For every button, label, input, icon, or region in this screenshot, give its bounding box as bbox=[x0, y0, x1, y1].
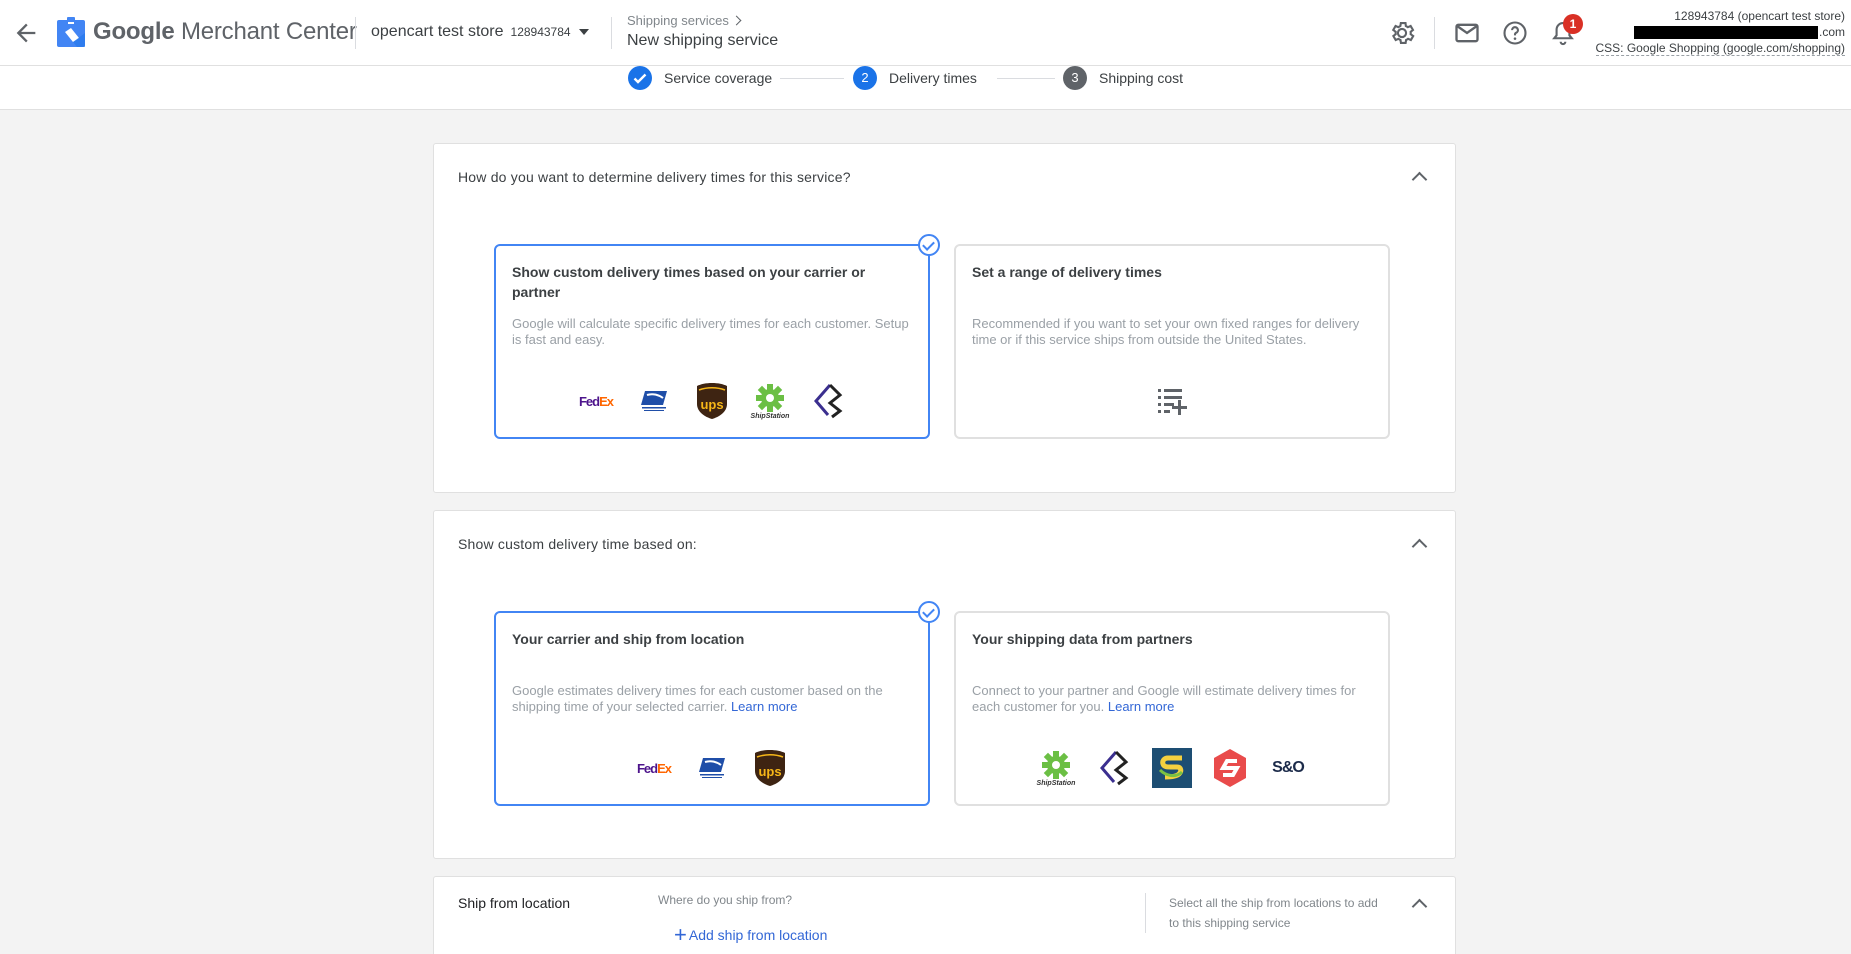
option-title: Set a range of delivery times bbox=[972, 262, 1362, 282]
step-label: Shipping cost bbox=[1099, 70, 1183, 86]
chevron-right-icon bbox=[731, 16, 741, 26]
divider bbox=[1434, 17, 1435, 49]
shipping-s-logo-icon bbox=[1152, 748, 1192, 788]
stepper: Service coverage 2 Delivery times 3 Ship… bbox=[0, 66, 1851, 110]
option-description: Recommended if you want to set your own … bbox=[972, 316, 1372, 348]
option-partner-shipping-data[interactable]: Your shipping data from partners Connect… bbox=[954, 611, 1390, 806]
step-connector bbox=[780, 78, 844, 79]
add-button-label: Add ship from location bbox=[689, 927, 828, 943]
add-ship-from-location-button[interactable]: +Add ship from location bbox=[674, 927, 827, 943]
gear-icon bbox=[1388, 19, 1416, 47]
option-title: Your shipping data from partners bbox=[972, 629, 1362, 649]
help-button[interactable] bbox=[1501, 19, 1529, 47]
step-label: Delivery times bbox=[889, 70, 977, 86]
plus-icon: + bbox=[674, 928, 687, 942]
mail-icon bbox=[1453, 19, 1481, 47]
app-title: Google Merchant Center bbox=[93, 18, 357, 46]
option-title: Show custom delivery times based on your… bbox=[512, 262, 902, 302]
collapse-button[interactable] bbox=[1409, 166, 1429, 186]
divider bbox=[355, 17, 356, 49]
delivery-method-section: How do you want to determine delivery ti… bbox=[433, 143, 1456, 493]
shipstation-logo-icon: ShipStation bbox=[750, 381, 790, 421]
account-name: 128943784 (opencart test store) bbox=[1596, 8, 1846, 24]
option-description: Connect to your partner and Google will … bbox=[972, 683, 1372, 715]
fedex-logo-icon: FedEx bbox=[576, 381, 616, 421]
learn-more-link[interactable]: Learn more bbox=[731, 699, 797, 714]
section-title: Show custom delivery time based on: bbox=[458, 536, 697, 552]
redacted-block bbox=[1634, 26, 1818, 39]
option-title: Your carrier and ship from location bbox=[512, 629, 902, 649]
step-delivery-times[interactable]: 2 Delivery times bbox=[853, 66, 977, 90]
account-switcher[interactable]: opencart test store 128943784 bbox=[371, 23, 589, 41]
collapse-button[interactable] bbox=[1409, 533, 1429, 553]
partner-logo-icon bbox=[1094, 748, 1134, 788]
ship-from-question: Where do you ship from? bbox=[658, 893, 792, 907]
option-carrier-ship-from[interactable]: Your carrier and ship from location Goog… bbox=[494, 611, 930, 806]
merchant-center-logo-icon bbox=[57, 17, 85, 47]
svg-text:ups: ups bbox=[758, 764, 781, 779]
svg-text:ups: ups bbox=[700, 397, 723, 412]
partner-logo-icon bbox=[808, 381, 848, 421]
top-app-bar: Google Merchant Center opencart test sto… bbox=[0, 0, 1851, 66]
collapse-button[interactable] bbox=[1409, 893, 1429, 913]
step-label: Service coverage bbox=[664, 70, 772, 86]
settings-button[interactable] bbox=[1388, 19, 1416, 47]
step-number: 2 bbox=[853, 66, 877, 90]
step-service-coverage[interactable]: Service coverage bbox=[628, 66, 772, 90]
ship-from-help-text: Select all the ship from locations to ad… bbox=[1145, 893, 1385, 933]
back-button[interactable] bbox=[12, 19, 40, 47]
divider bbox=[611, 17, 612, 49]
messages-button[interactable] bbox=[1453, 19, 1481, 47]
option-description: Google estimates delivery times for each… bbox=[512, 683, 912, 715]
ship-from-location-section: Ship from location Where do you ship fro… bbox=[433, 876, 1456, 954]
breadcrumb-label: Shipping services bbox=[627, 13, 729, 28]
fedex-logo-icon: FedEx bbox=[634, 748, 674, 788]
store-name: opencart test store bbox=[371, 23, 504, 41]
usps-logo-icon bbox=[634, 381, 674, 421]
email-suffix: .com bbox=[1819, 25, 1845, 39]
option-icon bbox=[956, 381, 1388, 421]
dropdown-caret-icon bbox=[579, 29, 589, 35]
breadcrumb-shipping-services[interactable]: Shipping services bbox=[627, 13, 740, 28]
selected-check-icon bbox=[918, 234, 940, 256]
shipstation-logo-icon: ShipStation bbox=[1036, 748, 1076, 788]
ups-logo-icon: ups bbox=[692, 381, 732, 421]
option-range-delivery-times[interactable]: Set a range of delivery times Recommende… bbox=[954, 244, 1390, 439]
option-custom-delivery-times[interactable]: Show custom delivery times based on your… bbox=[494, 244, 930, 439]
carrier-logos: FedEx ups bbox=[496, 748, 928, 788]
section-title: How do you want to determine delivery ti… bbox=[458, 169, 851, 185]
help-icon bbox=[1501, 19, 1529, 47]
section-title: Ship from location bbox=[458, 895, 570, 911]
step-shipping-cost[interactable]: 3 Shipping cost bbox=[1063, 66, 1183, 90]
shippo-s-logo-icon bbox=[1210, 748, 1250, 788]
step-number: 3 bbox=[1063, 66, 1087, 90]
s-and-o-logo-icon: S&O bbox=[1268, 748, 1308, 788]
account-info[interactable]: 128943784 (opencart test store) .com CSS… bbox=[1596, 8, 1846, 56]
account-email: .com bbox=[1596, 24, 1846, 40]
page-title: New shipping service bbox=[627, 32, 778, 50]
partner-logos: ShipStation S&O bbox=[956, 748, 1388, 788]
notification-badge: 1 bbox=[1563, 14, 1583, 34]
store-id: 128943784 bbox=[511, 25, 571, 39]
usps-logo-icon bbox=[692, 748, 732, 788]
check-icon bbox=[628, 66, 652, 90]
css-link[interactable]: CSS: Google Shopping (google.com/shoppin… bbox=[1596, 41, 1846, 56]
playlist-add-icon bbox=[1156, 385, 1188, 417]
option-description: Google will calculate specific delivery … bbox=[512, 316, 912, 348]
custom-delivery-basis-section: Show custom delivery time based on: Your… bbox=[433, 510, 1456, 859]
brand-merchant-center: Merchant Center bbox=[181, 18, 357, 45]
ups-logo-icon: ups bbox=[750, 748, 790, 788]
step-connector bbox=[997, 78, 1055, 79]
brand-google: Google bbox=[93, 18, 174, 45]
back-arrow-icon bbox=[12, 19, 40, 47]
selected-check-icon bbox=[918, 601, 940, 623]
learn-more-link[interactable]: Learn more bbox=[1108, 699, 1174, 714]
carrier-logos: FedEx ups ShipStation bbox=[496, 381, 928, 421]
